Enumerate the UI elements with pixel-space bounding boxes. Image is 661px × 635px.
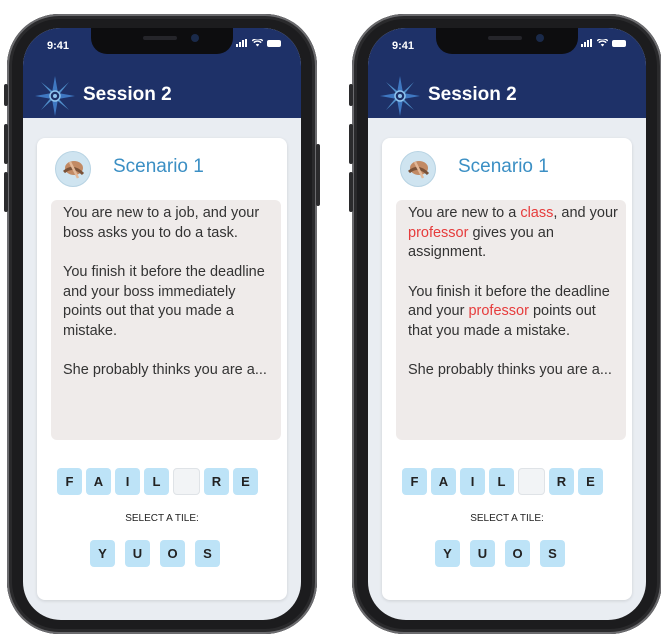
word-tile: E	[233, 468, 258, 495]
scenario-story: You are new to a job, and your boss asks…	[51, 200, 281, 440]
word-tile: I	[460, 468, 485, 495]
story-paragraph: You are new to a job, and your boss asks…	[63, 204, 275, 243]
status-time: 9:41	[47, 40, 70, 52]
power-button	[316, 144, 320, 206]
word-tile: F	[57, 468, 82, 495]
compass-star-logo-icon	[380, 76, 420, 116]
choice-tile[interactable]: Y	[90, 540, 115, 567]
choice-tile[interactable]: S	[195, 540, 220, 567]
word-tile: R	[549, 468, 574, 495]
choice-tile[interactable]: U	[125, 540, 150, 567]
word-tile: L	[489, 468, 514, 495]
word-tiles-row: FAIL RE	[57, 468, 258, 495]
choice-tile[interactable]: S	[540, 540, 565, 567]
select-tile-label: SELECT A TILE:	[470, 513, 544, 524]
volume-up-button	[349, 124, 353, 164]
word-tile: L	[144, 468, 169, 495]
choice-tile[interactable]: Y	[435, 540, 460, 567]
choice-tile[interactable]: O	[505, 540, 530, 567]
session-title: Session 2	[428, 84, 517, 105]
blank-tile-slot[interactable]	[518, 468, 545, 495]
choice-tiles-row: YUOS	[435, 540, 565, 567]
story-highlighted-word: class	[520, 205, 554, 221]
scenario-card: Scenario 1 You are new to a class, and y…	[382, 138, 632, 600]
story-paragraph: You finish it before the deadline and yo…	[408, 283, 620, 342]
phone-frame-original: 9:41 Session 2 Scenario 1 You are new to…	[4, 14, 320, 634]
volume-down-button	[4, 172, 8, 212]
session-title: Session 2	[83, 84, 172, 105]
scenario-card: Scenario 1 You are new to a job, and you…	[37, 138, 287, 600]
story-paragraph: You are new to a class, and your profess…	[408, 204, 620, 263]
notch	[91, 28, 233, 54]
phone-screen: 9:41 Session 2 Scenario 1 You are new to…	[368, 28, 646, 620]
signal-icon	[236, 39, 247, 47]
signal-icon	[581, 39, 592, 47]
mute-switch	[4, 84, 8, 106]
word-tile: A	[431, 468, 456, 495]
wifi-icon	[252, 39, 263, 47]
compass-star-logo-icon	[35, 76, 75, 116]
word-tile: A	[86, 468, 111, 495]
choice-tile[interactable]: U	[470, 540, 495, 567]
story-text: She probably thinks you are a...	[63, 362, 267, 378]
story-paragraph: She probably thinks you are a...	[63, 361, 275, 381]
select-tile-label: SELECT A TILE:	[125, 513, 199, 524]
volume-up-button	[4, 124, 8, 164]
choice-tiles-row: YUOS	[90, 540, 220, 567]
blank-tile-slot[interactable]	[173, 468, 200, 495]
status-icons	[581, 39, 626, 47]
phone-frame-modified: 9:41 Session 2 Scenario 1 You are new to…	[349, 14, 661, 634]
story-text: You are new to a	[408, 205, 521, 221]
word-tile: I	[115, 468, 140, 495]
story-text: You finish it before the deadline and yo…	[63, 264, 265, 339]
mute-switch	[349, 84, 353, 106]
word-tile: E	[578, 468, 603, 495]
scenario-avatar-icon	[55, 151, 91, 187]
word-tile: R	[204, 468, 229, 495]
scenario-story: You are new to a class, and your profess…	[396, 200, 626, 440]
story-highlighted-word: professor	[408, 224, 469, 241]
word-tiles-row: FAIL RE	[402, 468, 603, 495]
battery-icon	[267, 39, 281, 47]
story-text: You are new to a job, and your boss asks…	[63, 205, 260, 241]
story-paragraph: She probably thinks you are a...	[408, 361, 620, 381]
story-text: , and your	[553, 205, 618, 221]
battery-icon	[612, 39, 626, 47]
scenario-avatar-icon	[400, 151, 436, 187]
scenario-title: Scenario 1	[113, 156, 204, 177]
story-highlighted-word: professor	[468, 303, 529, 319]
wifi-icon	[597, 39, 608, 47]
phone-screen: 9:41 Session 2 Scenario 1 You are new to…	[23, 28, 301, 620]
word-tile: F	[402, 468, 427, 495]
volume-down-button	[349, 172, 353, 212]
choice-tile[interactable]: O	[160, 540, 185, 567]
status-icons	[236, 39, 281, 47]
scenario-title: Scenario 1	[458, 156, 549, 177]
notch	[436, 28, 578, 54]
story-paragraph: You finish it before the deadline and yo…	[63, 263, 275, 341]
status-time: 9:41	[392, 40, 415, 52]
story-text: She probably thinks you are a...	[408, 362, 612, 378]
